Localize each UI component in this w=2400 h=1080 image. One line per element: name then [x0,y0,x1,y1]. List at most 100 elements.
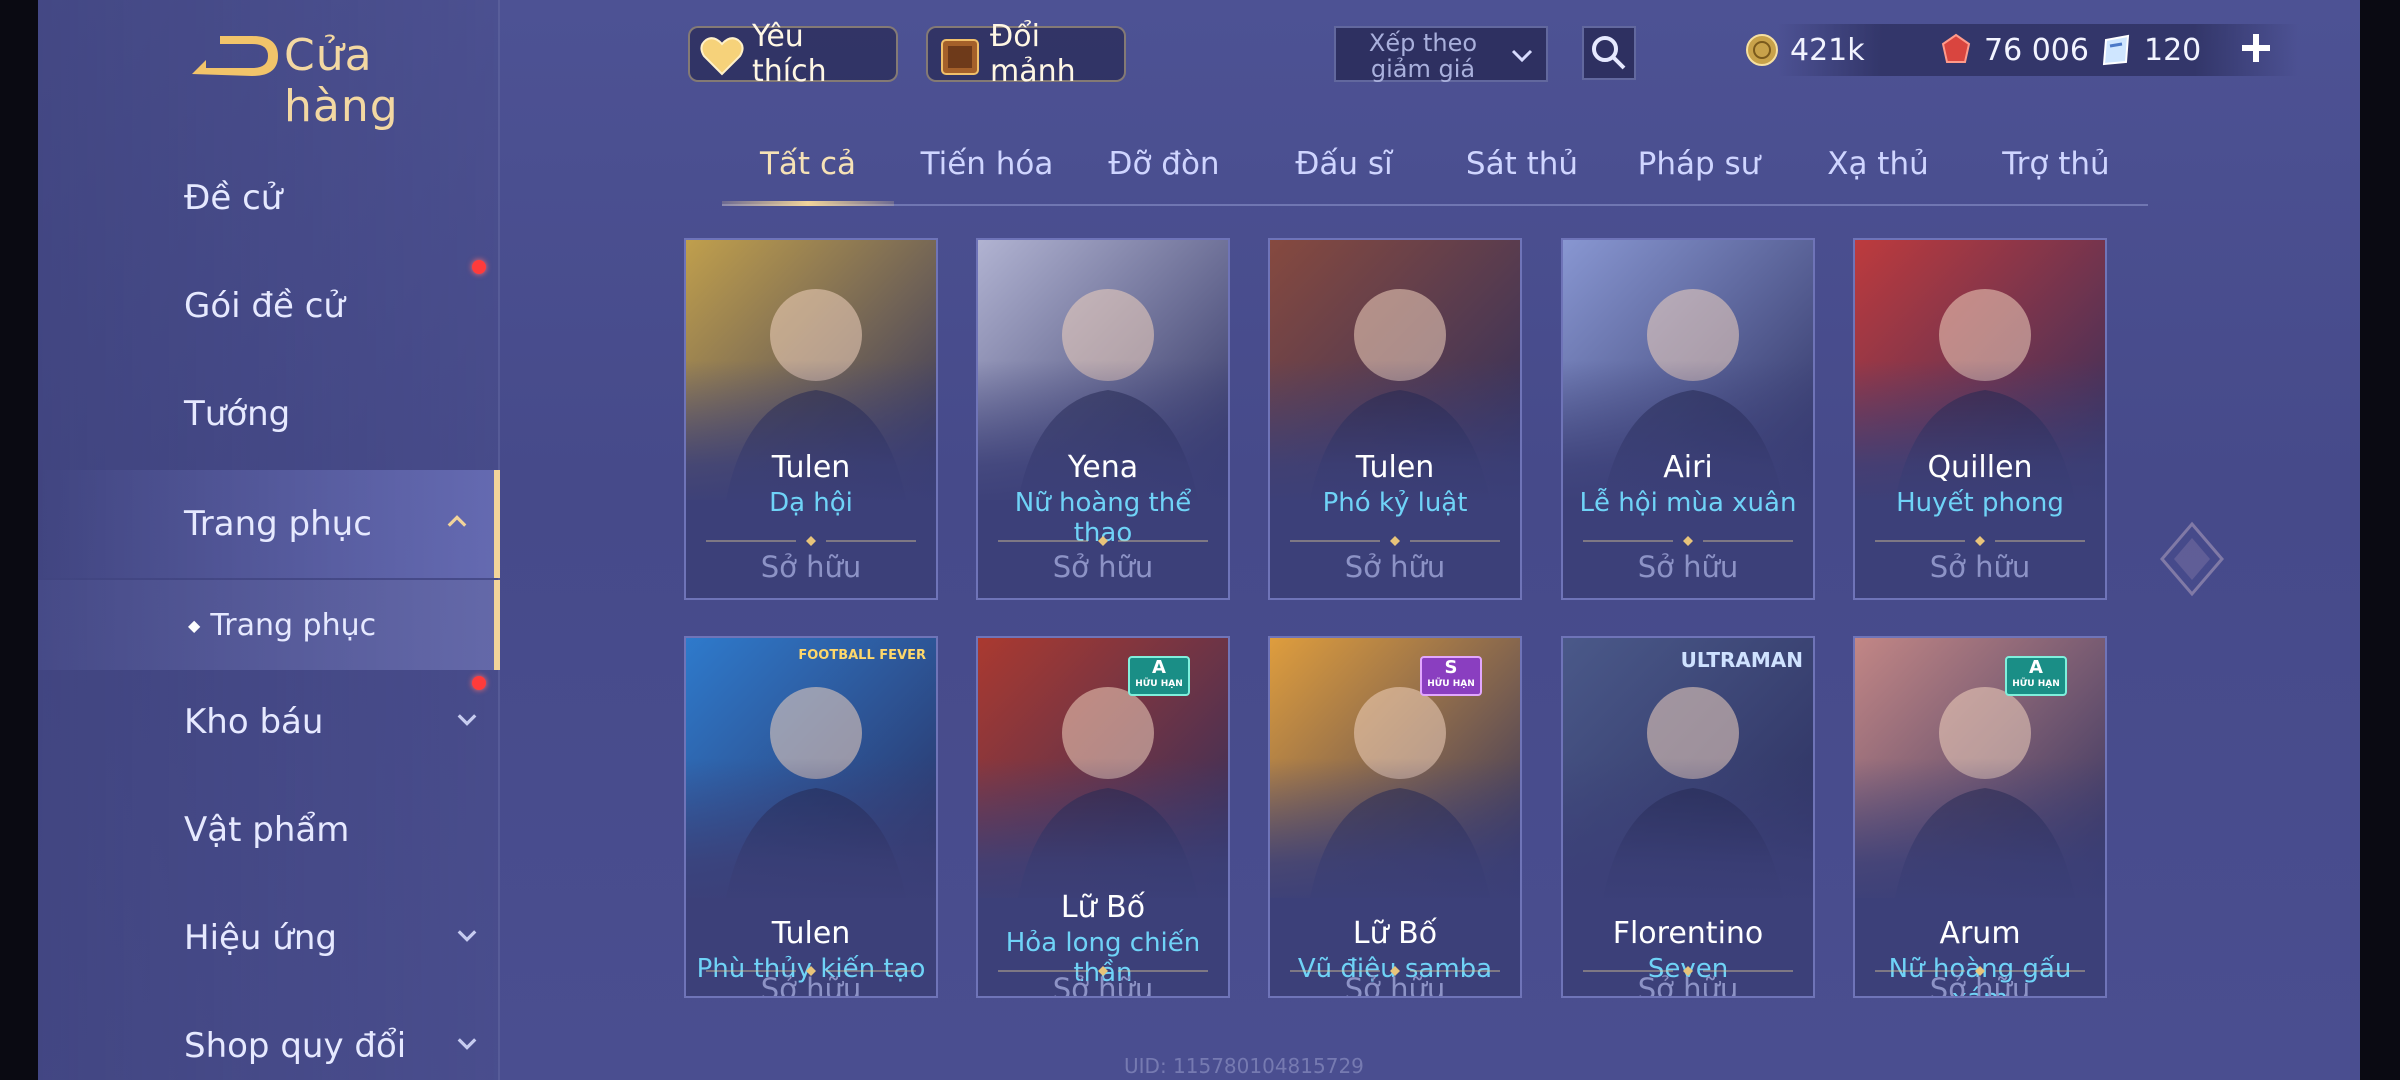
currency-value: 120 [2144,32,2202,68]
back-arrow-icon[interactable] [186,28,286,88]
hero-name: Tulen [771,916,851,951]
badge-tier: A [1152,657,1166,678]
skin-card[interactable]: Yena Nữ hoàng thể thao Sở hữu [976,238,1230,600]
owned-status: Sở hữu [1052,550,1154,584]
tab-label: Pháp sư [1637,146,1761,182]
skin-card[interactable]: Airi Lễ hội mùa xuân Sở hữu [1561,238,1815,600]
card-divider [706,536,916,546]
owned-status: Sở hữu [1637,550,1739,584]
tab-label: Sát thủ [1465,146,1579,182]
skin-card[interactable]: AHỮU HẠNArumNữ hoàng gấu xámSở hữu [1853,636,2107,998]
sidebar-subitem-skins[interactable]: ◆ Trang phục [38,580,500,670]
sidebar-item-label: Hiệu ứng [184,918,337,958]
gem-currency: 76 006 [1938,28,2089,72]
card-shade [1563,758,1813,908]
diamond-bullet-icon: ◆ [188,615,201,635]
tab-label: Xạ thủ [1827,146,1929,182]
card-divider [1875,536,2085,546]
sidebar-item-label: Đề cử [184,178,283,218]
chevron-down-icon [457,714,477,726]
page-title: Cửa hàng [284,30,399,132]
search-icon [1592,36,1626,70]
event-badge: ULTRAMAN [1680,648,1803,672]
skin-card[interactable]: FOOTBALL FEVER Tulen Phù thủy kiến tạo Sở h… [684,636,938,998]
voucher-currency: 120 [2098,28,2201,72]
search-button[interactable] [1582,26,1636,80]
sidebar-item-exchange-shop[interactable]: Shop quy đổi [38,1000,500,1080]
card-shade [1855,758,2105,908]
skin-card[interactable]: ULTRAMANFlorentinoSevenSở hữu [1561,636,1815,998]
chevron-down-icon [1511,49,1533,63]
tab-marksman[interactable]: Xạ thủ [1792,146,1964,202]
sidebar-item-bundles[interactable]: Gói đề cử [38,260,500,352]
exchange-label: Đổi mảnh [990,19,1076,89]
sidebar-item-label: Gói đề cử [184,286,345,326]
skin-card[interactable]: Tulen Dạ hội Sở hữu [684,238,938,600]
sidebar-item-label: Tướng [184,394,291,434]
owned-status: Sở hữu [1929,972,2031,998]
sidebar-item-label: Trang phục [210,607,377,643]
favorite-label: Yêu thích [752,19,827,89]
owned-status: Sở hữu [1929,550,2031,584]
tab-tank[interactable]: Đỡ đòn [1078,146,1250,202]
tab-label: Trợ thủ [2002,146,2110,182]
heart-icon [700,37,744,76]
currency-value: 76 006 [1984,32,2089,68]
diamond-emblem-icon [2160,521,2224,597]
skin-card[interactable]: Tulen Phó kỷ luật Sở hữu [1268,238,1522,600]
exchange-fragments-button[interactable]: Đổi mảnh [926,19,1126,89]
tab-label: Đấu sĩ [1295,146,1393,182]
owned-status: Sở hữu [1052,972,1154,998]
red-gem-icon [1941,33,1971,63]
favorite-button[interactable]: Yêu thích [688,19,898,89]
badge-subtext: HỮU HẠN [1135,679,1183,689]
sidebar-item-treasure[interactable]: Kho báu [38,676,500,768]
skin-card[interactable]: S HỮU HẠN Lữ Bố Vũ điệu samba Sở hữu [1268,636,1522,998]
notification-dot [472,676,486,690]
tab-label: Đỡ đòn [1108,146,1220,182]
sidebar: Cửa hàng Đề cử Gói đề cử Tướng Trang phụ… [38,0,500,1080]
sidebar-item-recommended[interactable]: Đề cử [38,152,500,244]
tab-fighter[interactable]: Đấu sĩ [1258,146,1430,202]
notification-dot [472,260,486,274]
sort-label: Xếp theo giảm giá [1368,29,1478,83]
skin-name: Huyết phong [1896,488,2064,518]
owned-status: Sở hữu [1344,550,1446,584]
blue-voucher-icon [2102,34,2130,66]
chevron-up-icon [447,515,467,527]
skin-name: Lễ hội mùa xuân [1579,488,1797,518]
card-shade [978,758,1228,908]
gold-coin-icon [1746,34,1778,66]
tab-support[interactable]: Trợ thủ [1970,146,2142,202]
tab-all[interactable]: Tất cả [722,146,894,206]
badge-subtext: HỮU HẠN [2012,679,2060,689]
limited-badge: A HỮU HẠN [2005,656,2067,696]
card-divider [1290,536,1500,546]
skin-card[interactable]: Quillen Huyết phong Sở hữu [1853,238,2107,600]
tab-label: Tất cả [760,146,856,182]
sort-dropdown[interactable]: Xếp theo giảm giá [1334,26,1548,82]
hero-name: Tulen [1355,450,1435,485]
tab-assassin[interactable]: Sát thủ [1436,146,1608,202]
skin-card[interactable]: AHỮU HẠNLữ BốHỏa long chiến thầnSở hữu [976,636,1230,998]
gold-currency: 421k [1744,28,1865,72]
sidebar-item-effects[interactable]: Hiệu ứng [38,892,500,984]
skin-name: Phó kỷ luật [1322,488,1468,518]
sidebar-item-skins[interactable]: Trang phục [38,470,500,578]
tab-label: Tiến hóa [920,146,1054,182]
currency-value: 421k [1790,32,1865,68]
hero-name: Yena [1067,450,1139,485]
card-divider [1583,536,1793,546]
hero-name: Lữ Bố [1060,890,1146,925]
badge-subtext: HỮU HẠN [1427,679,1475,689]
tab-evolution[interactable]: Tiến hóa [902,146,1072,202]
limited-badge: S HỮU HẠN [1420,656,1482,696]
sidebar-item-heroes[interactable]: Tướng [38,368,500,460]
sidebar-item-items[interactable]: Vật phẩm [38,784,500,876]
card-shade [686,758,936,908]
badge-tier: A [2029,657,2043,678]
hero-name: Florentino [1612,916,1764,951]
plus-icon[interactable] [2234,26,2278,70]
hero-name: Airi [1663,450,1713,485]
tab-mage[interactable]: Pháp sư [1612,146,1786,202]
